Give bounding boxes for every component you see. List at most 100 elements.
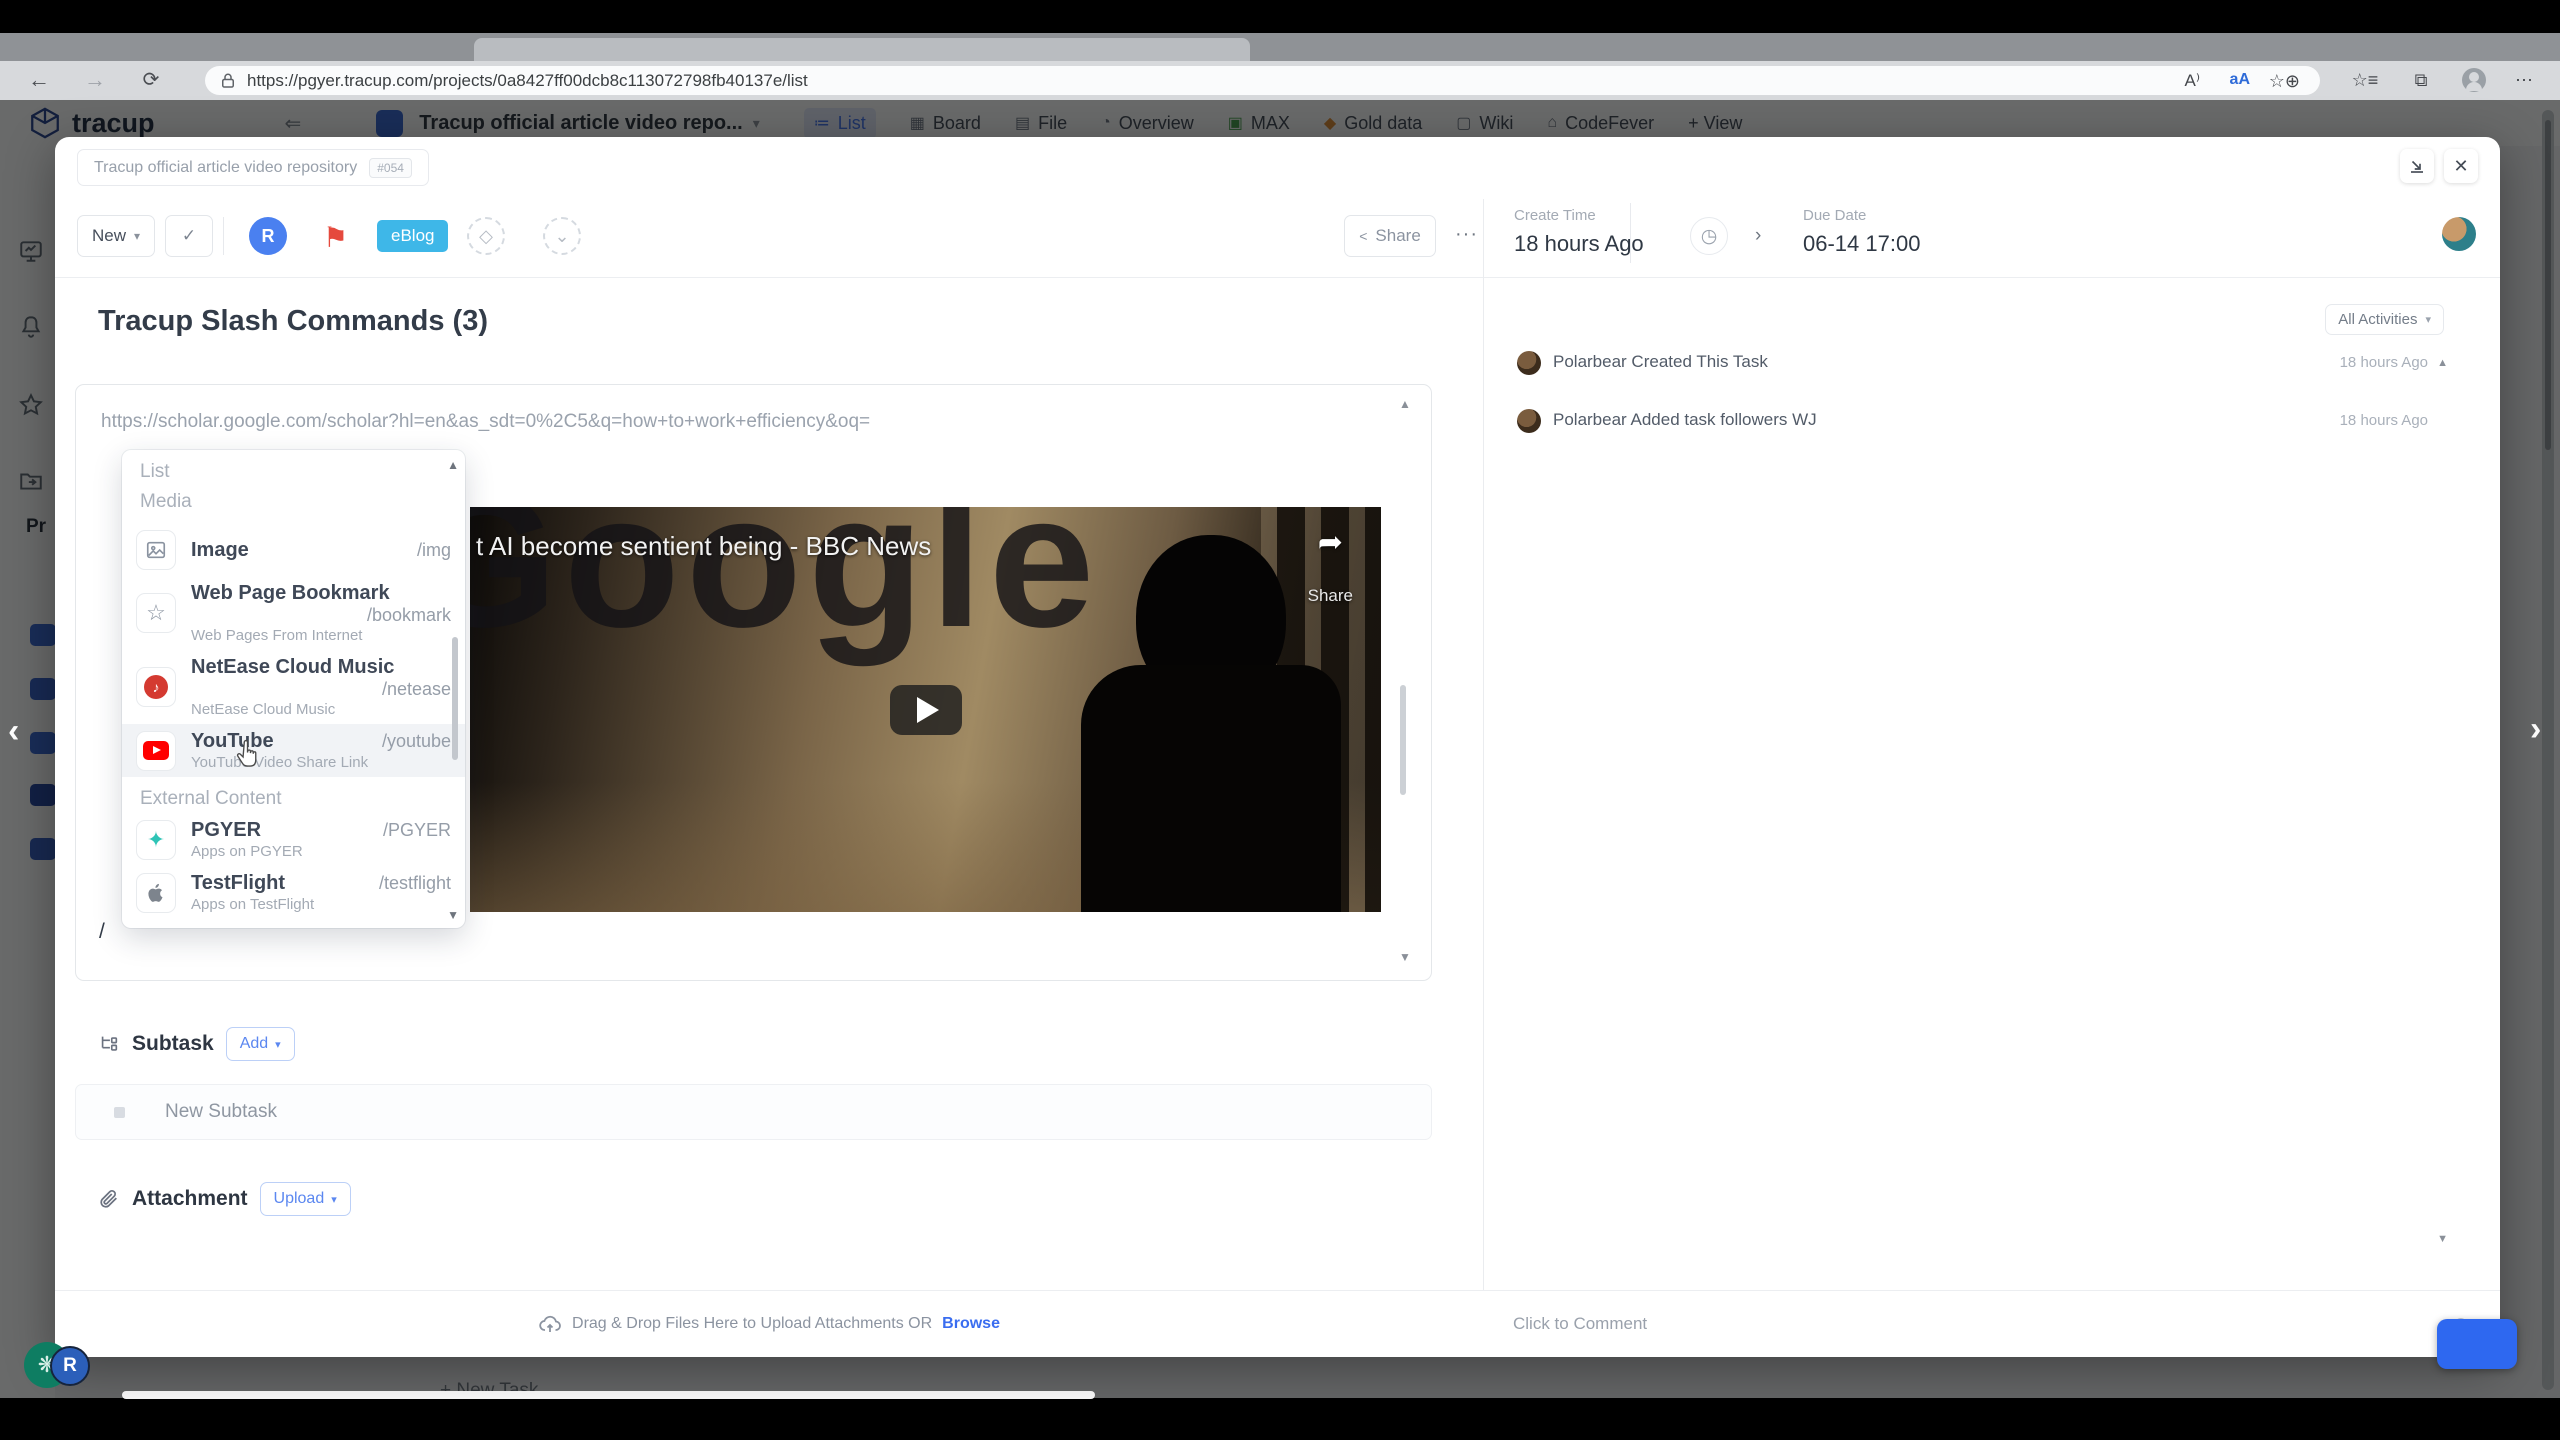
follower-avatar[interactable] bbox=[2442, 217, 2476, 251]
panel-expand-right-icon[interactable]: › bbox=[2530, 710, 2541, 749]
new-dropdown-button[interactable]: New▾ bbox=[77, 215, 155, 257]
subtask-section-header: Subtask Add▾ bbox=[98, 1027, 295, 1061]
editor-scrollbar-thumb[interactable] bbox=[1400, 685, 1406, 795]
share-arrow-icon: ➦ bbox=[1308, 525, 1353, 560]
slash-command-menu: List Media Image/img ☆ Web Page Bookmark… bbox=[122, 450, 465, 928]
read-aloud-icon[interactable]: A⁾ bbox=[2184, 71, 2200, 91]
bookmark-star-icon: ☆ bbox=[136, 593, 176, 633]
pgyer-icon: ✦ bbox=[136, 820, 176, 860]
task-title[interactable]: Tracup Slash Commands (3) bbox=[98, 305, 488, 338]
chevron-right-icon[interactable]: › bbox=[1755, 225, 1761, 247]
browser-tab[interactable] bbox=[474, 38, 1250, 61]
image-icon bbox=[136, 530, 176, 570]
browser-menu-icon[interactable]: ⋯ bbox=[2508, 65, 2542, 95]
chevron-down-icon: ▾ bbox=[134, 229, 140, 243]
task-modal: Tracup official article video repository… bbox=[55, 137, 2500, 1357]
browser-tabstrip bbox=[0, 33, 2560, 61]
menu-item-image[interactable]: Image/img bbox=[122, 524, 465, 576]
chevron-down-icon: ▾ bbox=[275, 1038, 281, 1051]
task-id-badge: #054 bbox=[369, 158, 412, 178]
horizontal-scrollbar[interactable] bbox=[122, 1391, 1095, 1399]
header-divider bbox=[1630, 203, 1631, 263]
menu-item-netease[interactable]: ♪ NetEase Cloud Music/netease NetEase Cl… bbox=[122, 650, 465, 724]
attachment-section-header: Attachment Upload▾ bbox=[98, 1182, 351, 1216]
menu-scroll-up-icon[interactable]: ▲ bbox=[447, 458, 459, 472]
browser-profile-avatar[interactable] bbox=[2462, 68, 2486, 92]
due-date-value[interactable]: 06-14 17:00 bbox=[1803, 231, 1920, 257]
section-header-external: External Content bbox=[122, 783, 465, 813]
task-breadcrumb[interactable]: Tracup official article video repository… bbox=[77, 149, 429, 186]
upload-button[interactable]: Upload▾ bbox=[260, 1182, 351, 1216]
menu-item-youtube[interactable]: YouTube/youtube YouTube Video Share Link bbox=[122, 724, 465, 777]
tag-eblog[interactable]: eBlog bbox=[377, 220, 448, 252]
menu-item-list[interactable]: List bbox=[122, 456, 465, 486]
add-subtask-button[interactable]: Add▾ bbox=[226, 1027, 295, 1061]
favorite-star-icon[interactable]: ☆⊕ bbox=[2269, 71, 2300, 92]
browser-chrome: ← → ⟳ https://pgyer.tracup.com/projects/… bbox=[0, 33, 2560, 100]
share-icon: < bbox=[1359, 228, 1367, 244]
back-icon[interactable]: ← bbox=[22, 64, 56, 96]
presence-avatar-r[interactable]: R bbox=[50, 1346, 90, 1386]
letterbox-top bbox=[0, 0, 2560, 33]
video-play-button[interactable] bbox=[890, 685, 962, 735]
add-status-icon[interactable]: ⌄ bbox=[543, 217, 581, 255]
youtube-embed[interactable]: Google t AI become sentient being - BBC … bbox=[470, 507, 1381, 912]
editor-url-text: https://scholar.google.com/scholar?hl=en… bbox=[101, 411, 1381, 433]
attachment-dropzone[interactable]: Drag & Drop Files Here to Upload Attachm… bbox=[55, 1290, 1483, 1357]
activity-row: Polarbear Created This Task 18 hours Ago bbox=[1483, 349, 2500, 379]
comment-bar[interactable]: Click to Comment ☺ bbox=[1483, 1290, 2500, 1357]
browser-toolbar: ← → ⟳ https://pgyer.tracup.com/projects/… bbox=[0, 61, 2560, 100]
favorites-bar-icon[interactable]: ☆≡ bbox=[2348, 65, 2382, 95]
youtube-icon bbox=[136, 731, 176, 771]
send-button[interactable] bbox=[2437, 1319, 2517, 1369]
menu-scrollbar-thumb[interactable] bbox=[452, 637, 458, 760]
video-share-button[interactable]: ➦ Share bbox=[1308, 525, 1353, 606]
editor-scroll-up-icon[interactable]: ▲ bbox=[1394, 397, 1416, 411]
editor-scroll-down-icon[interactable]: ▼ bbox=[1394, 950, 1416, 964]
panel-scroll-up-icon[interactable]: ▲ bbox=[2437, 357, 2448, 369]
panel-scroll-down-icon[interactable]: ▼ bbox=[2437, 1233, 2448, 1245]
browse-link[interactable]: Browse bbox=[942, 1315, 1000, 1333]
forward-icon[interactable]: → bbox=[78, 64, 112, 96]
polarbear-avatar bbox=[1517, 409, 1541, 433]
activity-row: Polarbear Added task followers WJ 18 hou… bbox=[1483, 407, 2500, 437]
menu-item-testflight[interactable]: TestFlight/testflight Apps on TestFlight bbox=[122, 866, 465, 919]
cloud-upload-icon bbox=[538, 1312, 562, 1336]
video-title-overlay[interactable]: t AI become sentient being - BBC News bbox=[476, 531, 931, 562]
menu-scroll-down-icon[interactable]: ▼ bbox=[447, 908, 459, 922]
menu-item-bookmark[interactable]: ☆ Web Page Bookmark/bookmark Web Pages F… bbox=[122, 576, 465, 650]
create-time-label: Create Time bbox=[1514, 207, 1596, 224]
netease-music-icon: ♪ bbox=[136, 667, 176, 707]
activity-filter-button[interactable]: All Activities▾ bbox=[2325, 304, 2444, 335]
testflight-apple-icon bbox=[136, 873, 176, 913]
complete-task-button[interactable]: ✓ bbox=[165, 215, 213, 257]
hand-cursor bbox=[233, 739, 263, 771]
subtask-bullet-icon bbox=[114, 1107, 125, 1118]
address-bar[interactable]: https://pgyer.tracup.com/projects/0a8427… bbox=[205, 66, 2320, 95]
translate-icon[interactable]: aA bbox=[2230, 71, 2250, 89]
comment-placeholder: Click to Comment bbox=[1513, 1314, 1647, 1334]
create-time-value: 18 hours Ago bbox=[1514, 231, 1644, 257]
assignee-avatar[interactable]: R bbox=[249, 217, 287, 255]
paperclip-icon bbox=[98, 1188, 120, 1210]
editor-slash-char: / bbox=[99, 920, 105, 944]
letterbox-bottom bbox=[0, 1398, 2560, 1440]
menu-item-pgyer[interactable]: ✦ PGYER/PGYER Apps on PGYER bbox=[122, 813, 465, 866]
clock-icon[interactable]: ◷ bbox=[1690, 217, 1728, 255]
lock-icon bbox=[219, 72, 237, 90]
section-header-media: Media bbox=[122, 486, 465, 516]
more-options-icon[interactable]: ··· bbox=[1455, 223, 1478, 246]
polarbear-avatar bbox=[1517, 351, 1541, 375]
breadcrumb-title: Tracup official article video repository bbox=[94, 159, 357, 177]
panel-collapse-left-icon[interactable]: ‹ bbox=[8, 712, 19, 751]
subtask-tree-icon bbox=[98, 1033, 120, 1055]
collections-icon[interactable]: ⧉ bbox=[2404, 65, 2438, 95]
check-icon: ✓ bbox=[182, 226, 196, 246]
add-milestone-icon[interactable]: ◇ bbox=[467, 217, 505, 255]
refresh-icon[interactable]: ⟳ bbox=[134, 64, 168, 96]
screenshot-stage: ← → ⟳ https://pgyer.tracup.com/projects/… bbox=[0, 0, 2560, 1440]
url-text: https://pgyer.tracup.com/projects/0a8427… bbox=[247, 71, 808, 91]
priority-flag-icon[interactable]: ⚑ bbox=[323, 221, 348, 254]
new-subtask-input[interactable]: New Subtask bbox=[75, 1084, 1432, 1140]
share-button[interactable]: <Share bbox=[1344, 215, 1436, 257]
